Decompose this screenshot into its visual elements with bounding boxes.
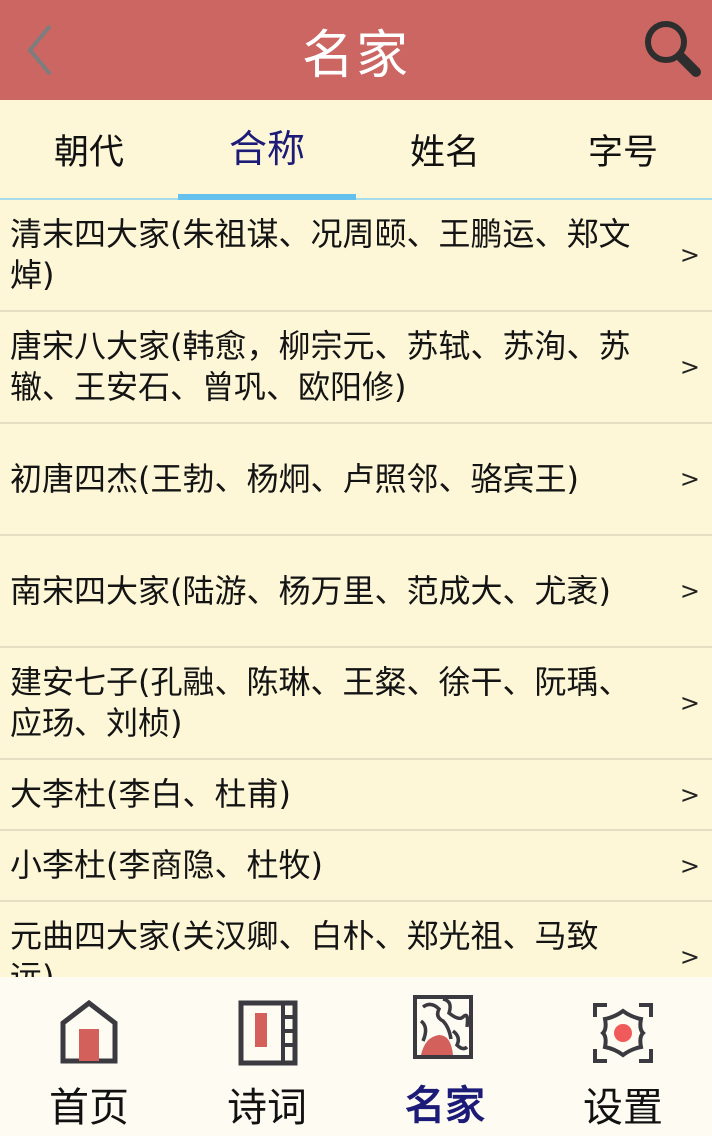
chevron-right-icon: > (679, 780, 700, 809)
tab-style-name[interactable]: 字号 (534, 100, 712, 198)
nav-home-label: 首页 (49, 1085, 129, 1131)
nav-poets[interactable]: 名家 (356, 977, 534, 1136)
list-item-text: 初唐四杰(王勃、杨炯、卢照邻、骆宾王) (10, 459, 579, 498)
chevron-right-icon: > (679, 465, 700, 493)
search-button[interactable] (640, 16, 704, 80)
list-item[interactable]: 初唐四杰(王勃、杨炯、卢照邻、骆宾王) > (0, 424, 712, 536)
chevron-right-icon: > (679, 851, 700, 880)
tab-name[interactable]: 姓名 (356, 100, 534, 198)
home-icon (60, 999, 118, 1064)
tab-dynasty[interactable]: 朝代 (0, 100, 178, 198)
back-button[interactable] (20, 22, 60, 78)
list-item-text: 建安七子(孔融、陈琳、王粲、徐干、阮瑀、应玚、刘桢) (10, 663, 631, 742)
chevron-right-icon: > (679, 353, 700, 381)
poet-group-list[interactable]: 清末四大家(朱祖谋、况周颐、王鹏运、郑文焯) > 唐宋八大家(韩愈，柳宗元、苏轼… (0, 200, 712, 977)
chevron-right-icon: > (679, 241, 700, 269)
bottom-navigation: 首页 诗词 名家 设置 (0, 977, 712, 1136)
search-icon (645, 21, 701, 77)
list-item-text: 南宋四大家(陆游、杨万里、范成大、尤袤) (10, 571, 611, 610)
nav-poets-label: 名家 (405, 1083, 485, 1129)
tab-collective-name[interactable]: 合称 (178, 100, 356, 200)
app-header: 名家 (0, 0, 712, 100)
chevron-right-icon: > (679, 943, 700, 971)
nav-settings-label: 设置 (583, 1085, 663, 1131)
book-icon (238, 1000, 298, 1066)
list-item-text: 清末四大家(朱祖谋、况周颐、王鹏运、郑文焯) (10, 215, 631, 294)
chevron-right-icon: > (679, 577, 700, 605)
settings-icon (593, 1003, 653, 1063)
nav-settings[interactable]: 设置 (534, 977, 712, 1136)
list-item-text: 小李杜(李商隐、杜牧) (10, 846, 323, 884)
list-item[interactable]: 南宋四大家(陆游、杨万里、范成大、尤袤) > (0, 536, 712, 648)
chevron-left-icon (27, 24, 52, 76)
list-item[interactable]: 清末四大家(朱祖谋、况周颐、王鹏运、郑文焯) > (0, 200, 712, 312)
list-item-text: 元曲四大家(关汉卿、白朴、郑光祖、马致远) (10, 917, 599, 977)
page-title: 名家 (301, 25, 410, 86)
nav-poems[interactable]: 诗词 (178, 977, 356, 1136)
list-item-text: 唐宋八大家(韩愈，柳宗元、苏轼、苏洵、苏辙、王安石、曾巩、欧阳修) (10, 327, 631, 406)
list-item[interactable]: 唐宋八大家(韩愈，柳宗元、苏轼、苏洵、苏辙、王安石、曾巩、欧阳修) > (0, 312, 712, 424)
list-item[interactable]: 元曲四大家(关汉卿、白朴、郑光祖、马致远) > (0, 902, 712, 977)
list-item-text: 大李杜(李白、杜甫) (10, 775, 291, 813)
poet-portrait-icon (413, 995, 473, 1059)
list-item[interactable]: 大李杜(李白、杜甫) > (0, 760, 712, 831)
list-item[interactable]: 小李杜(李商隐、杜牧) > (0, 831, 712, 902)
nav-poems-label: 诗词 (227, 1085, 307, 1131)
list-item[interactable]: 建安七子(孔融、陈琳、王粲、徐干、阮瑀、应玚、刘桢) > (0, 648, 712, 760)
chevron-right-icon: > (679, 689, 700, 717)
category-tabs: 朝代 合称 姓名 字号 (0, 100, 712, 200)
nav-home[interactable]: 首页 (0, 977, 178, 1136)
